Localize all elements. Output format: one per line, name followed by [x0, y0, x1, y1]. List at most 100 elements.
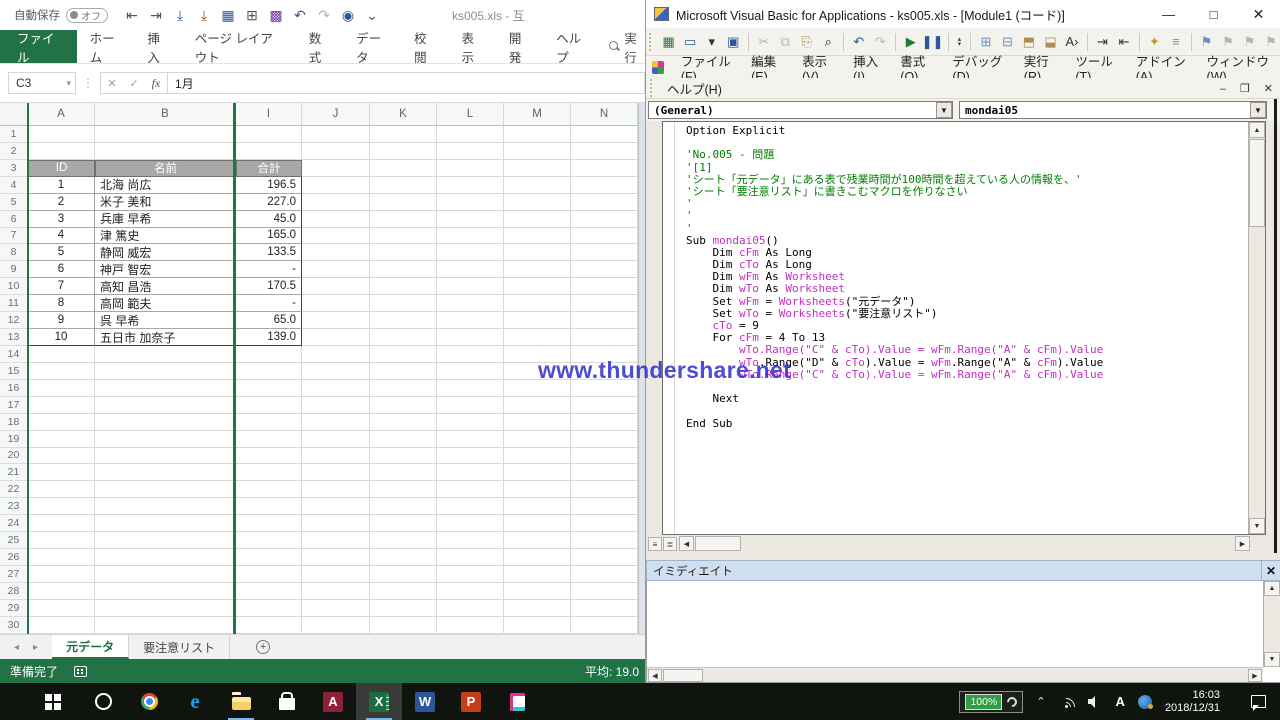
- taskbar-capture-icon[interactable]: [494, 683, 540, 720]
- grid-cell[interactable]: [504, 414, 571, 431]
- grid-cell[interactable]: [504, 448, 571, 465]
- grid-cell[interactable]: 227.0: [236, 194, 302, 211]
- grid-cell[interactable]: [236, 481, 302, 498]
- grid-cell[interactable]: [28, 566, 95, 583]
- full-module-view-icon[interactable]: ≣: [663, 537, 677, 551]
- sheet-next-icon[interactable]: ▸: [33, 642, 38, 653]
- grid-cell[interactable]: [370, 278, 437, 295]
- scrollbar-thumb[interactable]: [1249, 139, 1265, 227]
- clock[interactable]: 16:03 2018/12/31: [1165, 689, 1220, 715]
- grid-cell[interactable]: [370, 498, 437, 515]
- grid-cell[interactable]: [437, 143, 504, 160]
- column-header-J[interactable]: J: [302, 103, 370, 126]
- grid-cell[interactable]: 米子 美和: [95, 194, 236, 211]
- taskbar-word-icon[interactable]: W: [402, 683, 448, 720]
- grid-cell[interactable]: [437, 312, 504, 329]
- grid-cell[interactable]: [571, 617, 638, 634]
- grid-cell[interactable]: [236, 583, 302, 600]
- row-header-3[interactable]: 3: [0, 160, 28, 177]
- row-header-21[interactable]: 21: [0, 464, 28, 481]
- grid-cell[interactable]: [302, 126, 370, 143]
- grid-cell[interactable]: [571, 414, 638, 431]
- undo-icon[interactable]: ↶: [290, 8, 310, 22]
- grid-cell[interactable]: [95, 414, 236, 431]
- taskbar-access-icon[interactable]: A: [310, 683, 356, 720]
- grid-cell[interactable]: [28, 498, 95, 515]
- grid-cell[interactable]: 5: [28, 244, 95, 261]
- immediate-window[interactable]: ▲ ▼ ◀ ▶: [646, 581, 1280, 683]
- column-header-K[interactable]: K: [370, 103, 437, 126]
- grid-cell[interactable]: 静岡 威宏: [95, 244, 236, 261]
- save-icon[interactable]: ▣: [723, 32, 743, 52]
- grid-cell[interactable]: [95, 583, 236, 600]
- grid-cell[interactable]: [95, 566, 236, 583]
- grid-cell[interactable]: [28, 380, 95, 397]
- grid-cell[interactable]: [571, 566, 638, 583]
- grid-cell[interactable]: [370, 566, 437, 583]
- grid-cell[interactable]: 3: [28, 211, 95, 228]
- grid-cell[interactable]: [236, 448, 302, 465]
- ribbon-search[interactable]: 実行: [601, 30, 645, 63]
- grid-cell[interactable]: [437, 448, 504, 465]
- code-horizontal-scrollbar[interactable]: ≡ ≣ ◀ ▶: [646, 535, 1266, 552]
- pointer-mode-icon[interactable]: ◉: [338, 8, 358, 22]
- grid-cell[interactable]: [437, 617, 504, 634]
- ribbon-tab-データ[interactable]: データ: [343, 30, 401, 63]
- row-header-4[interactable]: 4: [0, 177, 28, 194]
- grid-cell[interactable]: [504, 532, 571, 549]
- scroll-down-icon[interactable]: ▼: [1249, 518, 1265, 534]
- grid-cell[interactable]: [28, 600, 95, 617]
- grid-cell[interactable]: [95, 600, 236, 617]
- grid-cell[interactable]: [370, 194, 437, 211]
- grid-cell[interactable]: [504, 397, 571, 414]
- grid-cell[interactable]: [504, 177, 571, 194]
- taskbar-start-icon[interactable]: [34, 683, 80, 720]
- grid-cell[interactable]: [236, 380, 302, 397]
- grid-cell[interactable]: 合計: [236, 160, 302, 177]
- grid-cell[interactable]: [236, 346, 302, 363]
- insert-function-icon[interactable]: fx: [145, 76, 167, 91]
- grid-cell[interactable]: [28, 126, 95, 143]
- grid-cell[interactable]: [437, 566, 504, 583]
- grid-cell[interactable]: [571, 278, 638, 295]
- grid-cell[interactable]: [302, 295, 370, 312]
- menu-item-help[interactable]: ヘルプ(H): [658, 79, 731, 98]
- row-header-18[interactable]: 18: [0, 414, 28, 431]
- grid-cell[interactable]: [302, 363, 370, 380]
- code-line[interactable]: ': [686, 198, 1247, 210]
- row-header-20[interactable]: 20: [0, 448, 28, 465]
- close-button[interactable]: ✕: [1236, 0, 1280, 28]
- row-header-28[interactable]: 28: [0, 583, 28, 600]
- code-text[interactable]: Option Explicit 'No.005 - 問題'[1]'シート「元デー…: [676, 125, 1247, 534]
- redo-icon[interactable]: ↷: [871, 32, 891, 52]
- grid-cell[interactable]: [302, 261, 370, 278]
- grid-cell[interactable]: 165.0: [236, 228, 302, 245]
- object-browser-icon[interactable]: ⬒: [1019, 32, 1039, 52]
- taskbar-edge-icon[interactable]: [172, 683, 218, 720]
- code-line[interactable]: 'No.005 - 問題: [686, 149, 1247, 161]
- bookmark-toggle-icon[interactable]: ⚑: [1197, 32, 1217, 52]
- grid-cell[interactable]: [370, 617, 437, 634]
- grid-cell[interactable]: [504, 228, 571, 245]
- row-header-1[interactable]: 1: [0, 126, 28, 143]
- grid-cell[interactable]: [370, 312, 437, 329]
- row-header-11[interactable]: 11: [0, 295, 28, 312]
- grid-cell[interactable]: [236, 617, 302, 634]
- row-header-9[interactable]: 9: [0, 261, 28, 278]
- grid-cell[interactable]: [370, 583, 437, 600]
- grid-cell[interactable]: [302, 617, 370, 634]
- grid-cell[interactable]: 呉 早希: [95, 312, 236, 329]
- row-header-10[interactable]: 10: [0, 278, 28, 295]
- grid-cell[interactable]: [28, 515, 95, 532]
- grid-cell[interactable]: [95, 380, 236, 397]
- grid-cell[interactable]: [95, 481, 236, 498]
- bookmark-prev-icon[interactable]: ⚑: [1240, 32, 1260, 52]
- grid-cell[interactable]: ID: [28, 160, 95, 177]
- grid-cell[interactable]: [504, 244, 571, 261]
- row-header-24[interactable]: 24: [0, 515, 28, 532]
- scrollbar-track[interactable]: [679, 536, 1250, 551]
- grid-cell[interactable]: [302, 160, 370, 177]
- list-properties-icon[interactable]: ≡: [1166, 32, 1186, 52]
- grid-cell[interactable]: [370, 228, 437, 245]
- tray-app-icon[interactable]: [1138, 695, 1152, 709]
